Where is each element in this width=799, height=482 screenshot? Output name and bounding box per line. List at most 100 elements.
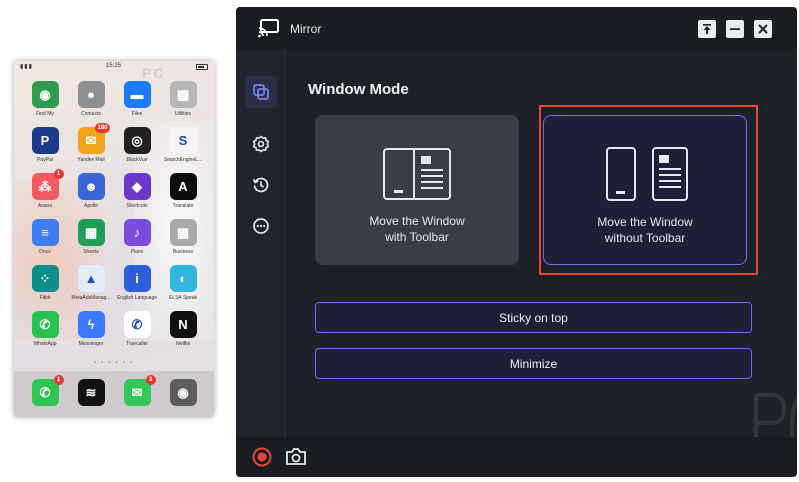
app-label: Messenger xyxy=(78,341,104,347)
window-with-toolbar-icon xyxy=(383,148,451,200)
app-label: PayPal xyxy=(37,157,53,163)
app-icon[interactable]: ϟ Messenger xyxy=(68,311,114,347)
minimize-button[interactable]: Minimize xyxy=(315,348,752,379)
app-glyph-icon: A xyxy=(169,173,197,200)
app-glyph-icon: P xyxy=(31,127,59,154)
app-glyph-icon: S xyxy=(169,127,197,154)
app-label: SearchEngineL... xyxy=(163,157,203,163)
mode-with-toolbar-card[interactable]: Move the Window with Toolbar xyxy=(315,115,519,265)
pin-icon xyxy=(703,24,711,34)
app-glyph-icon: ⁂ 1 xyxy=(31,169,64,200)
app-icon[interactable]: S SearchEngineL... xyxy=(160,127,206,163)
app-icon[interactable]: ◉ Find My xyxy=(22,81,68,117)
app-icon[interactable]: ◐ ELSA Speak xyxy=(160,265,206,301)
app-glyph-icon: ▦ xyxy=(77,219,105,246)
main-content: Window Mode Move the Window with Toolbar xyxy=(287,50,797,457)
app-icon[interactable]: i English Language xyxy=(114,265,160,301)
app-label: Fitbit xyxy=(39,295,51,301)
phone-dock: ✆ 1 ≋ ✉ 3 ◉ xyxy=(14,371,214,417)
app-glyph-icon: ☻ xyxy=(77,173,105,200)
app-glyph-icon: ⁘ xyxy=(31,265,59,292)
notification-badge: 1 xyxy=(53,375,64,385)
app-glyph-icon: ● xyxy=(77,81,105,108)
app-label: Netflix xyxy=(176,341,190,347)
app-icon[interactable]: ♪ Piano xyxy=(114,219,160,255)
app-label: Truecaller xyxy=(125,341,149,347)
app-label: Find My xyxy=(36,111,54,117)
app-label: MetaAdsManag... xyxy=(71,295,111,301)
phone-time: 15:25 xyxy=(106,63,122,69)
app-icon[interactable]: ● Contacts xyxy=(68,81,114,117)
app-icon[interactable]: ✆ Truecaller xyxy=(114,311,160,347)
app-label: Sheets xyxy=(83,249,99,255)
app-glyph-icon: ✆ xyxy=(123,311,151,338)
app-glyph-icon: ≋ xyxy=(77,379,105,406)
sidebar-item-history[interactable] xyxy=(245,169,277,201)
notification-badge: 180 xyxy=(95,123,110,133)
app-label: Shortcuts xyxy=(126,203,148,209)
app-glyph-icon: ϟ xyxy=(77,311,105,338)
signal-icon: ▮▮▮ xyxy=(20,64,33,70)
pin-button[interactable] xyxy=(698,20,716,38)
app-glyph-icon: ≡ xyxy=(31,219,59,246)
app-icon[interactable]: A Translate xyxy=(160,173,206,209)
app-icon[interactable]: ◎ BlackVue xyxy=(114,127,160,163)
sidebar-item-settings[interactable] xyxy=(245,128,277,160)
app-icon[interactable]: ☻ Apollo xyxy=(68,173,114,209)
history-icon xyxy=(252,177,269,193)
app-glyph-icon: ◉ xyxy=(31,81,59,108)
window-mode-icon xyxy=(253,84,269,100)
minimize-window-button[interactable] xyxy=(726,20,744,38)
app-glyph-icon: ♪ xyxy=(123,219,151,246)
app-label: Docs xyxy=(39,249,51,255)
app-glyph-icon: ◐ xyxy=(169,265,197,292)
app-label: Piano xyxy=(130,249,144,255)
dock-app-icon[interactable]: ✆ 1 xyxy=(22,375,68,406)
app-glyph-icon: N xyxy=(169,311,197,338)
notification-badge: 3 xyxy=(145,375,156,385)
card-label: Move the Window with Toolbar xyxy=(315,213,519,245)
title-bar[interactable]: Mirror xyxy=(236,7,797,50)
app-icon[interactable]: ▦ Utilities xyxy=(160,81,206,117)
app-icon[interactable]: P PayPal xyxy=(22,127,68,163)
app-glyph-icon: i xyxy=(123,265,151,292)
app-label: Translate xyxy=(172,203,194,209)
app-glyph-icon: ▦ xyxy=(169,81,197,108)
dock-app-icon[interactable]: ✉ 3 xyxy=(114,375,160,406)
app-label: WhatsApp xyxy=(33,341,57,347)
app-icon[interactable]: ▦ Sheets xyxy=(68,219,114,255)
app-label: Business xyxy=(172,249,194,255)
close-window-button[interactable] xyxy=(754,20,772,38)
app-icon[interactable]: ▦ Business xyxy=(160,219,206,255)
app-label: BlackVue xyxy=(126,157,148,163)
app-glyph-icon: ✆ xyxy=(31,311,59,338)
app-label: Files xyxy=(131,111,143,117)
highlight-box xyxy=(539,105,758,275)
app-icon[interactable]: ⁂ 1 Asana xyxy=(22,169,68,209)
app-icon[interactable]: ▬ Files xyxy=(114,81,160,117)
record-icon[interactable] xyxy=(252,447,272,467)
app-icon[interactable]: ✆ WhatsApp xyxy=(22,311,68,347)
bottom-toolbar xyxy=(236,437,797,477)
phone-screen-mirror: ▮▮▮ 15:25 PC ◉ Find My ● Contacts ▬ Files ▦ Uti… xyxy=(14,61,214,417)
section-title: Window Mode xyxy=(308,81,409,98)
mirror-window: Mirror Window Mode Move the Window with … xyxy=(236,7,797,477)
camera-icon[interactable] xyxy=(285,447,307,467)
app-label: Apollo xyxy=(84,203,98,209)
phone-status-bar: ▮▮▮ 15:25 xyxy=(14,61,214,73)
app-icon[interactable]: N Netflix xyxy=(160,311,206,347)
app-icon[interactable]: ◆ Shortcuts xyxy=(114,173,160,209)
sidebar xyxy=(236,50,286,437)
sticky-on-top-button[interactable]: Sticky on top xyxy=(315,302,752,333)
app-icon[interactable]: ✉ 180 Yandex Mail xyxy=(68,123,114,163)
app-glyph-icon: ◆ xyxy=(123,173,151,200)
app-icon[interactable]: ⁘ Fitbit xyxy=(22,265,68,301)
app-icon[interactable]: ▲ MetaAdsManag... xyxy=(68,265,114,301)
screen-mirror-icon xyxy=(258,18,280,43)
sidebar-item-more[interactable] xyxy=(245,210,277,242)
dock-app-icon[interactable]: ≋ xyxy=(68,379,114,406)
sidebar-item-window-mode[interactable] xyxy=(245,76,277,108)
more-icon xyxy=(253,218,269,234)
dock-app-icon[interactable]: ◉ xyxy=(160,379,206,406)
app-icon[interactable]: ≡ Docs xyxy=(22,219,68,255)
